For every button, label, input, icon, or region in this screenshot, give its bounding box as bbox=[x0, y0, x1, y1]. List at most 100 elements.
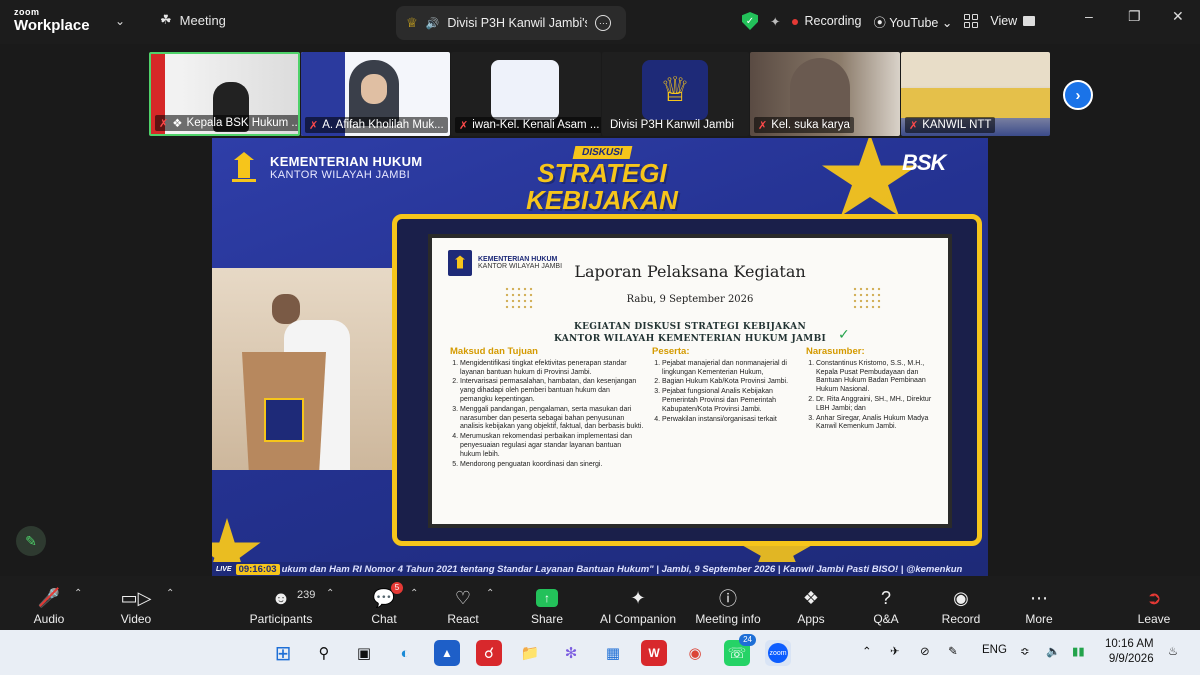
avatar bbox=[491, 60, 559, 120]
more-icon: ⋯ bbox=[1030, 587, 1048, 608]
participant-name-tag: ✗ ❖ Kepala BSK Hukum ... bbox=[155, 115, 298, 131]
zoom-icon: zoom bbox=[768, 643, 788, 663]
language-indicator[interactable]: ENG bbox=[982, 644, 1007, 656]
wifi-icon[interactable]: ≎ bbox=[1020, 644, 1030, 658]
chevron-up-icon[interactable]: ⌃ bbox=[862, 644, 872, 658]
edge-browser-icon[interactable]: ◐ bbox=[392, 640, 418, 666]
react-label: React bbox=[447, 612, 479, 626]
speaker-icon: 🔊 bbox=[425, 17, 440, 30]
participant-tile[interactable]: ✗ iwan-Kel. Kenali Asam ... bbox=[451, 52, 601, 136]
speakers-list: Constantinus Kristomo, S.S., M.H., Kepal… bbox=[806, 360, 936, 432]
youtube-stream-indicator[interactable]: ⦿ YouTube ⌄ bbox=[873, 12, 952, 31]
record-label: Record bbox=[941, 612, 981, 626]
folder-icon[interactable]: 📁 bbox=[517, 640, 543, 666]
tray-pen-icon[interactable]: ✎ bbox=[948, 644, 958, 658]
chrome-icon[interactable]: ◉ bbox=[682, 640, 708, 666]
mic-muted-icon: ✗ bbox=[459, 119, 469, 132]
list-item: Dr. Rita Anggraini, SH., MH., Direktur L… bbox=[816, 396, 936, 414]
room-table bbox=[901, 88, 1050, 118]
participant-name-tag: ✗ KANWIL NTT bbox=[905, 117, 996, 133]
whatsapp-icon[interactable]: ☏ 24 bbox=[724, 634, 756, 666]
participant-name-tag: ✗ Kel. suka karya bbox=[754, 117, 854, 133]
chevron-down-icon[interactable]: ⌄ bbox=[115, 14, 125, 28]
blue-app-icon[interactable]: ▲ bbox=[434, 640, 460, 666]
recording-indicator[interactable]: Recording bbox=[792, 14, 861, 28]
more-button[interactable]: ⋯ More bbox=[1022, 582, 1056, 627]
checkmark-icon: ✓ bbox=[838, 326, 850, 342]
list-item: Mendorong penguatan koordinasi dan siner… bbox=[460, 461, 644, 470]
task-view-icon[interactable]: ▣ bbox=[351, 640, 377, 666]
qa-label: Q&A bbox=[873, 612, 899, 626]
more-options-icon[interactable]: ··· bbox=[595, 15, 612, 31]
record-button[interactable]: ◉ Record bbox=[940, 582, 982, 627]
minimize-icon[interactable]: – bbox=[1085, 8, 1093, 24]
video-button[interactable]: ▭▷ Video bbox=[116, 582, 156, 627]
annotate-pencil-button[interactable]: ✎ bbox=[16, 526, 46, 556]
mic-muted-icon: ✗ bbox=[909, 119, 919, 132]
security-app-icon[interactable]: ☌ bbox=[476, 640, 502, 666]
copilot-icon[interactable]: ✻ bbox=[558, 640, 584, 666]
encryption-shield-icon[interactable]: ✓ bbox=[742, 12, 758, 30]
qa-button[interactable]: ? Q&A bbox=[870, 582, 902, 627]
system-clock[interactable]: 10:16 AM 9/9/2026 bbox=[1105, 637, 1154, 667]
logo-small: zoom bbox=[14, 7, 40, 17]
battery-icon[interactable]: ▮▮ bbox=[1072, 644, 1085, 658]
tray-app-icon[interactable]: ✈ bbox=[890, 644, 900, 658]
mic-muted-icon: ✗ bbox=[309, 119, 319, 132]
ai-companion-button[interactable]: ✦ AI Companion bbox=[598, 582, 678, 627]
audio-button[interactable]: 🎤 Audio bbox=[30, 582, 68, 626]
chevron-up-icon[interactable]: ⌃ bbox=[410, 588, 418, 599]
speakers-heading: Narasumber: bbox=[806, 346, 865, 357]
wps-office-icon[interactable]: W bbox=[641, 640, 667, 666]
heart-icon: ♡ bbox=[454, 587, 472, 608]
chevron-up-icon[interactable]: ⌃ bbox=[166, 588, 174, 599]
ministry-logo: KEMENTERIAN HUKUM KANTOR WILAYAH JAMBI bbox=[228, 150, 422, 184]
meeting-info-button[interactable]: ⓘ Meeting info bbox=[692, 582, 764, 626]
search-icon[interactable]: ⚲ bbox=[311, 640, 337, 666]
close-icon[interactable]: ✕ bbox=[1172, 8, 1184, 25]
apps-button[interactable]: ❖ Apps bbox=[794, 582, 828, 627]
windows-start-icon[interactable]: ⊞ bbox=[270, 640, 296, 666]
restore-icon[interactable]: ❐ bbox=[1128, 8, 1141, 25]
share-button[interactable]: ↑ Share bbox=[530, 582, 564, 626]
event-title-line2: KEBIJAKAN bbox=[526, 185, 678, 215]
leave-button[interactable]: ➲ Leave bbox=[1136, 582, 1172, 627]
meeting-title-pill[interactable]: ♕ 🔊 Divisi P3H Kanwil Jambi's can ··· bbox=[396, 6, 626, 40]
participant-tile[interactable]: ✗ KANWIL NTT bbox=[901, 52, 1050, 136]
volume-icon[interactable]: 🔈 bbox=[1046, 644, 1060, 658]
chat-button[interactable]: 💬 5 Chat bbox=[368, 582, 404, 626]
slide-title: Laporan Pelaksana Kegiatan bbox=[574, 262, 806, 281]
speaker-video bbox=[212, 268, 392, 470]
zoom-taskbar-icon[interactable]: zoom bbox=[765, 640, 791, 666]
list-item: Menggali pandangan, pengalaman, serta ma… bbox=[460, 406, 644, 432]
whatsapp-badge: 24 bbox=[739, 634, 756, 646]
participant-tile[interactable]: ✗ Kel. suka karya bbox=[750, 52, 900, 136]
next-page-button[interactable]: › bbox=[1063, 80, 1093, 110]
chevron-right-icon: › bbox=[1075, 86, 1081, 104]
view-button[interactable]: View bbox=[990, 14, 1036, 28]
event-title-label: DISKUSI bbox=[572, 146, 632, 159]
ai-sparkle-icon[interactable]: ✦ bbox=[770, 14, 780, 29]
participant-tile[interactable]: ✗ A. Afifah Kholilah Muk... bbox=[301, 52, 450, 136]
zoom-workplace-logo[interactable]: zoom Workplace bbox=[14, 7, 90, 34]
participant-name: KANWIL NTT bbox=[922, 119, 992, 131]
list-item: Pejabat fungsional Analis Kebijakan Peme… bbox=[662, 388, 802, 414]
list-item: Anhar Siregar, Analis Hukum Madya Kanwil… bbox=[816, 415, 936, 433]
react-button[interactable]: ♡ React bbox=[446, 582, 480, 627]
tray-sync-icon[interactable]: ⊘ bbox=[920, 644, 930, 658]
participant-tile[interactable]: ♕ Divisi P3H Kanwil Jambi bbox=[602, 52, 749, 136]
gallery-grid-icon[interactable] bbox=[964, 14, 979, 28]
participant-name: A. Afifah Kholilah Muk... bbox=[322, 119, 444, 131]
meeting-title: Divisi P3H Kanwil Jambi's can bbox=[447, 16, 588, 30]
list-item: Pejabat manajerial dan nonmanajerial di … bbox=[662, 360, 802, 378]
video-label: Video bbox=[120, 612, 152, 626]
participant-tile[interactable]: ✗ ❖ Kepala BSK Hukum ... bbox=[149, 52, 300, 136]
pin-icon: ❖ bbox=[172, 118, 183, 130]
notification-bell-icon[interactable]: ♨ bbox=[1168, 644, 1178, 658]
chevron-up-icon[interactable]: ⌃ bbox=[326, 588, 334, 599]
participants-list: Pejabat manajerial dan nonmanajerial di … bbox=[652, 360, 802, 425]
store-icon[interactable]: ▦ bbox=[600, 640, 626, 666]
chevron-up-icon[interactable]: ⌃ bbox=[486, 588, 494, 599]
chevron-up-icon[interactable]: ⌃ bbox=[74, 588, 82, 599]
meeting-tab[interactable]: ☘ Meeting bbox=[160, 12, 226, 28]
